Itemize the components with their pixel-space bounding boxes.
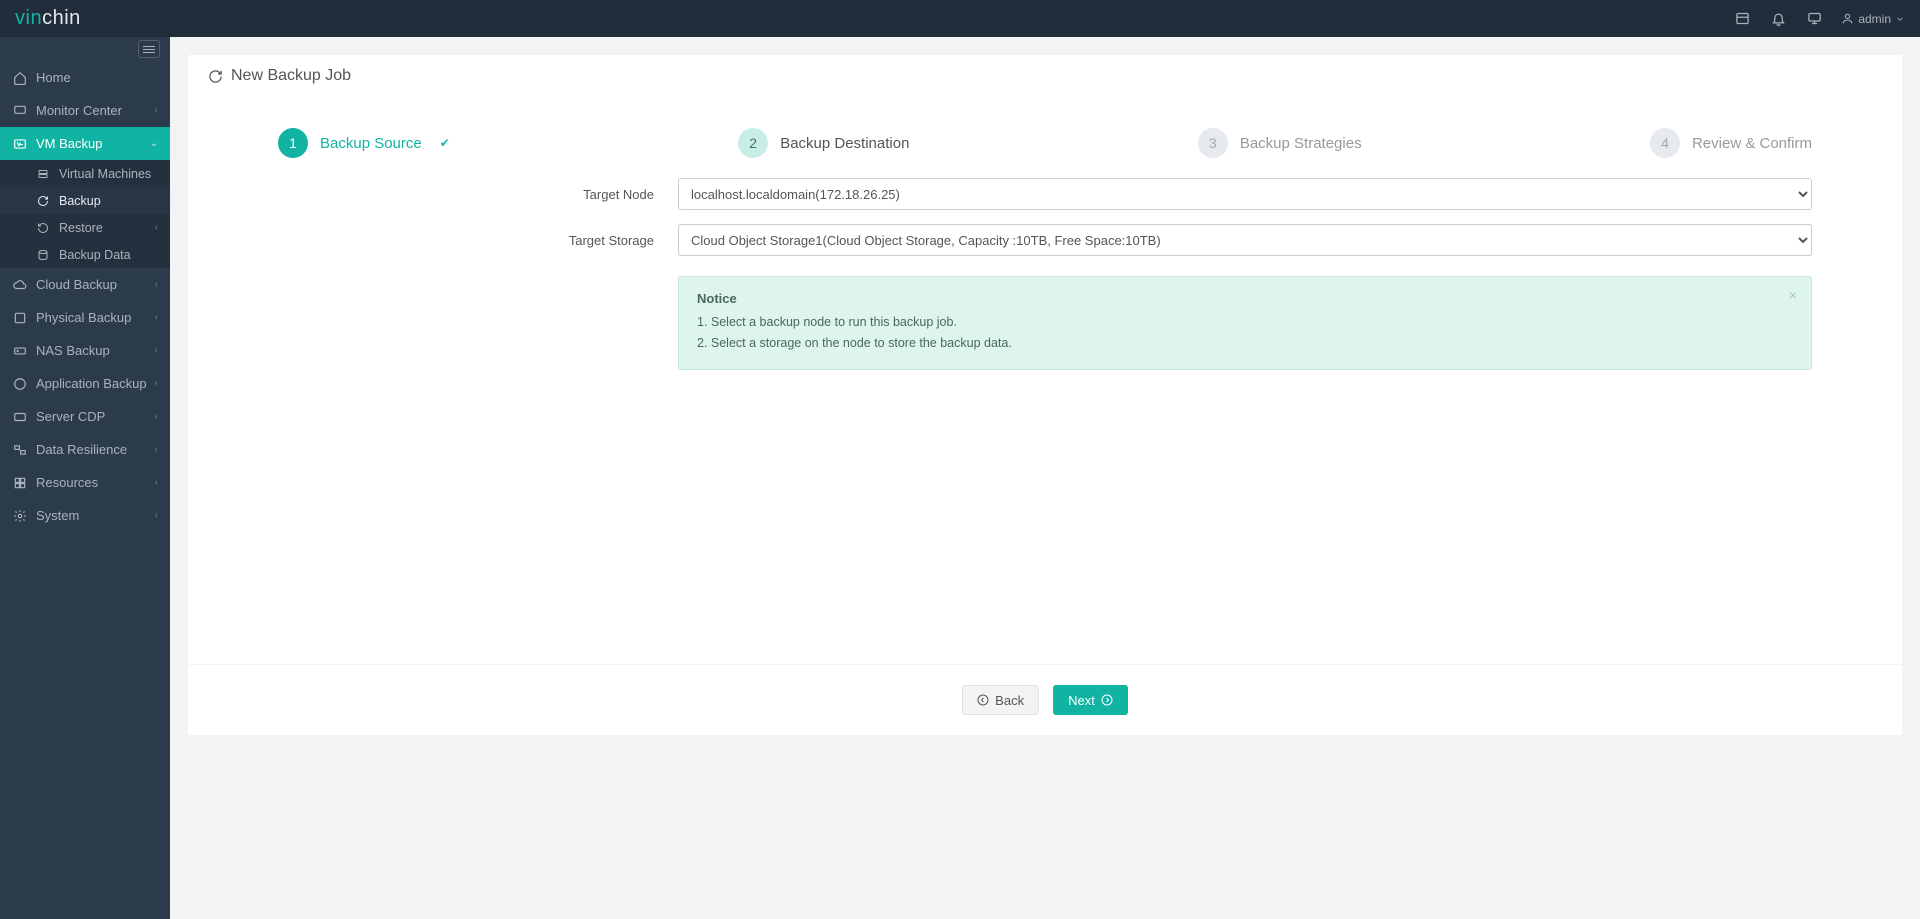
resilience-icon [12,442,27,457]
sidebar-item-vm-backup[interactable]: VM Backup ⌄ [0,127,170,160]
chevron-left-icon: ‹ [155,105,158,116]
list-icon[interactable] [1733,10,1751,28]
refresh-icon [35,193,50,208]
logo: vinchin [15,7,81,30]
sidebar-toggle [0,37,170,61]
topbar-right: admin [1733,10,1905,28]
page-title: New Backup Job [231,67,351,85]
cloud-icon [12,277,27,292]
card: New Backup Job 1 Backup Source ✔ 2 Backu… [188,55,1902,735]
sidebar-item-backup[interactable]: Backup [0,187,170,214]
monitor-center-icon [12,103,27,118]
user-menu[interactable]: admin [1841,12,1905,26]
next-button[interactable]: Next [1053,685,1128,715]
chevron-left-icon: ‹ [155,279,158,290]
target-storage-select[interactable]: Cloud Object Storage1(Cloud Object Stora… [678,224,1812,256]
notice-line-1: 1. Select a backup node to run this back… [697,312,1793,333]
arrow-right-icon [1101,694,1113,706]
sidebar-item-resources[interactable]: Resources ‹ [0,466,170,499]
chevron-left-icon: ‹ [155,510,158,521]
chevron-left-icon: ‹ [155,444,158,455]
sidebar-subnav-vm-backup: Virtual Machines Backup Restore ‹ Backup… [0,160,170,268]
cdp-icon [12,409,27,424]
sidebar-item-server-cdp[interactable]: Server CDP ‹ [0,400,170,433]
resources-icon [12,475,27,490]
step-backup-strategies[interactable]: 3 Backup Strategies [1198,128,1362,158]
content: New Backup Job 1 Backup Source ✔ 2 Backu… [170,37,1920,919]
sidebar-item-backup-data[interactable]: Backup Data [0,241,170,268]
chevron-left-icon: ‹ [155,345,158,356]
application-icon [12,376,27,391]
sidebar-item-data-resilience[interactable]: Data Resilience ‹ [0,433,170,466]
chevron-left-icon: ‹ [155,222,158,233]
chevron-left-icon: ‹ [155,411,158,422]
home-icon [12,70,27,85]
nas-icon [12,343,27,358]
database-icon [35,247,50,262]
topbar: vinchin admin [0,0,1920,37]
chevron-down-icon [1895,14,1905,24]
bell-icon[interactable] [1769,10,1787,28]
sidebar-item-cloud-backup[interactable]: Cloud Backup ‹ [0,268,170,301]
target-node-label: Target Node [418,187,678,202]
step-number: 1 [278,128,308,158]
target-storage-label: Target Storage [418,233,678,248]
back-button[interactable]: Back [962,685,1039,715]
arrow-left-icon [977,694,989,706]
row-target-node: Target Node localhost.localdomain(172.18… [418,178,1812,210]
target-node-select[interactable]: localhost.localdomain(172.18.26.25) [678,178,1812,210]
notice-title: Notice [697,291,1793,306]
sidebar-item-virtual-machines[interactable]: Virtual Machines [0,160,170,187]
sidebar-item-home[interactable]: Home [0,61,170,94]
stepper: 1 Backup Source ✔ 2 Backup Destination 3… [188,98,1902,178]
form-area: Target Node localhost.localdomain(172.18… [188,178,1902,384]
vm-backup-icon [12,136,27,151]
chevron-left-icon: ‹ [155,477,158,488]
notice-line-2: 2. Select a storage on the node to store… [697,333,1793,354]
hamburger-icon[interactable] [138,40,160,58]
sidebar-item-system[interactable]: System ‹ [0,499,170,532]
row-notice: × Notice 1. Select a backup node to run … [418,270,1812,370]
step-backup-destination[interactable]: 2 Backup Destination [738,128,909,158]
chevron-left-icon: ‹ [155,312,158,323]
step-number: 3 [1198,128,1228,158]
row-target-storage: Target Storage Cloud Object Storage1(Clo… [418,224,1812,256]
chevron-left-icon: ‹ [155,378,158,389]
sidebar-item-nas-backup[interactable]: NAS Backup ‹ [0,334,170,367]
step-label: Backup Destination [780,135,909,152]
card-footer: Back Next [188,664,1902,735]
gear-icon [12,508,27,523]
sidebar-item-application-backup[interactable]: Application Backup ‹ [0,367,170,400]
card-header: New Backup Job [188,55,1902,98]
sidebar-item-monitor-center[interactable]: Monitor Center ‹ [0,94,170,127]
physical-icon [12,310,27,325]
refresh-icon [208,69,223,84]
user-label: admin [1858,12,1891,26]
step-review-confirm[interactable]: 4 Review & Confirm [1650,128,1812,158]
close-icon[interactable]: × [1789,287,1797,303]
sidebar-item-physical-backup[interactable]: Physical Backup ‹ [0,301,170,334]
chevron-down-icon: ⌄ [150,138,158,149]
sidebar-item-restore[interactable]: Restore ‹ [0,214,170,241]
sidebar: Home Monitor Center ‹ VM Backup ⌄ Virtua… [0,37,170,919]
step-label: Backup Strategies [1240,135,1362,152]
step-number: 2 [738,128,768,158]
restore-icon [35,220,50,235]
monitor-icon[interactable] [1805,10,1823,28]
check-icon: ✔ [440,136,450,150]
step-number: 4 [1650,128,1680,158]
step-label: Backup Source [320,135,422,152]
notice-box: × Notice 1. Select a backup node to run … [678,276,1812,370]
step-backup-source[interactable]: 1 Backup Source ✔ [278,128,450,158]
server-icon [35,166,50,181]
step-label: Review & Confirm [1692,135,1812,152]
